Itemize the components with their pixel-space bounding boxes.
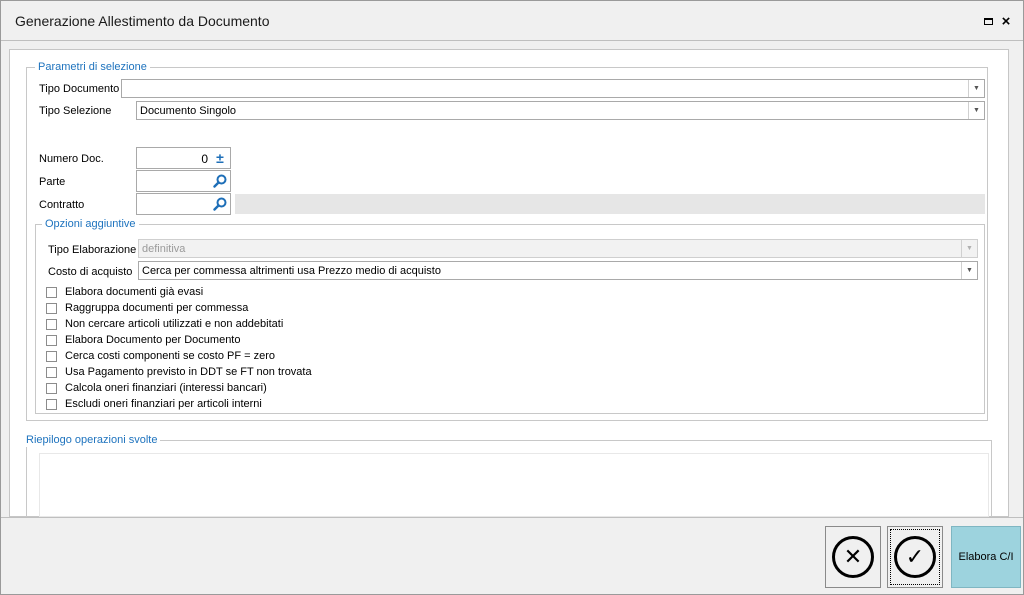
summary-group: Riepilogo operazioni svolte [23,434,992,518]
chevron-down-icon[interactable]: ▼ [968,80,984,97]
tipo-selezione-label: Tipo Selezione [39,105,112,117]
checkbox-row[interactable]: Calcola oneri finanziari (interessi banc… [46,380,267,396]
cancel-button[interactable]: ✕ [825,526,881,588]
checkbox-label: Raggruppa documenti per commessa [65,302,249,314]
costo-acquisto-select[interactable]: Cerca per commessa altrimenti usa Prezzo… [138,261,978,280]
checkbox-list: Elabora documenti già evasi Raggruppa do… [38,282,978,410]
summary-legend: Riepilogo operazioni svolte [23,434,161,447]
contratto-field[interactable] [136,193,231,215]
maximize-button[interactable] [981,14,995,28]
contratto-description [235,194,985,214]
checkbox-row[interactable]: Usa Pagamento previsto in DDT se FT non … [46,364,312,380]
options-group: Opzioni aggiuntive Tipo Elaborazione def… [35,218,985,414]
checkbox-label: Calcola oneri finanziari (interessi banc… [65,382,267,394]
tipo-elaborazione-label: Tipo Elaborazione [48,244,137,256]
maximize-icon [983,17,993,25]
checkbox-row[interactable]: Cerca costi componenti se costo PF = zer… [46,348,275,364]
costo-acquisto-value: Cerca per commessa altrimenti usa Prezzo… [142,265,441,277]
costo-acquisto-label: Costo di acquisto [48,266,133,278]
elabora-button[interactable]: Elabora C/I [951,526,1021,588]
options-legend: Opzioni aggiuntive [42,218,139,231]
checkbox[interactable] [46,382,57,394]
parte-field[interactable] [136,170,231,192]
main-panel: Parametri di selezione Tipo Documento ▼ … [9,49,1009,518]
checkbox[interactable] [46,318,57,330]
search-icon[interactable] [212,173,228,189]
checkbox-label: Usa Pagamento previsto in DDT se FT non … [65,366,312,378]
checkbox-label: Escludi oneri finanziari per articoli in… [65,398,262,410]
summary-log[interactable] [39,453,989,517]
selection-legend: Parametri di selezione [35,61,150,74]
numero-doc-label: Numero Doc. [39,153,104,165]
tipo-selezione-select[interactable]: Documento Singolo ▼ [136,101,985,120]
search-icon[interactable] [212,196,228,212]
tipo-documento-select[interactable]: ▼ [121,79,985,98]
checkbox-label: Elabora documenti già evasi [65,286,204,298]
numero-doc-value: 0 [201,152,208,166]
tipo-selezione-value: Documento Singolo [140,105,237,117]
checkbox[interactable] [46,286,57,298]
checkbox[interactable] [46,366,57,378]
checkbox[interactable] [46,334,57,346]
confirm-button[interactable]: ✓ [887,526,943,588]
window-title: Generazione Allestimento da Documento [15,13,270,29]
tipo-elaborazione-value: definitiva [142,243,186,255]
tipo-elaborazione-select[interactable]: definitiva ▼ [138,239,978,258]
checkbox-row[interactable]: Elabora Documento per Documento [46,332,240,348]
chevron-down-icon[interactable]: ▼ [961,262,977,279]
cancel-icon: ✕ [832,536,874,578]
checkbox[interactable] [46,398,57,410]
parte-label: Parte [39,176,66,188]
checkbox[interactable] [46,302,57,314]
footer-bar: ✕ ✓ Elabora C/I [1,517,1023,594]
tipo-documento-label: Tipo Documento [39,83,120,95]
checkbox-row[interactable]: Escludi oneri finanziari per articoli in… [46,396,262,412]
checkbox-label: Elabora Documento per Documento [65,334,241,346]
contratto-label: Contratto [39,199,85,211]
checkmark-icon: ✓ [894,536,936,578]
chevron-down-icon[interactable]: ▼ [961,240,977,257]
selection-group: Parametri di selezione Tipo Documento ▼ … [26,61,988,421]
checkbox-row[interactable]: Elabora documenti già evasi [46,284,203,300]
numero-doc-field[interactable]: 0 ± [136,147,231,169]
spin-icon[interactable]: ± [212,150,228,166]
checkbox-row[interactable]: Non cercare articoli utilizzati e non ad… [46,316,283,332]
checkbox-row[interactable]: Raggruppa documenti per commessa [46,300,248,316]
checkbox[interactable] [46,350,57,362]
checkbox-label: Cerca costi componenti se costo PF = zer… [65,350,276,362]
checkbox-label: Non cercare articoli utilizzati e non ad… [65,318,284,330]
title-bar: Generazione Allestimento da Documento × [1,1,1023,41]
close-button[interactable]: × [999,13,1013,30]
dialog-window: Generazione Allestimento da Documento × … [0,0,1024,595]
chevron-down-icon[interactable]: ▼ [968,102,984,119]
